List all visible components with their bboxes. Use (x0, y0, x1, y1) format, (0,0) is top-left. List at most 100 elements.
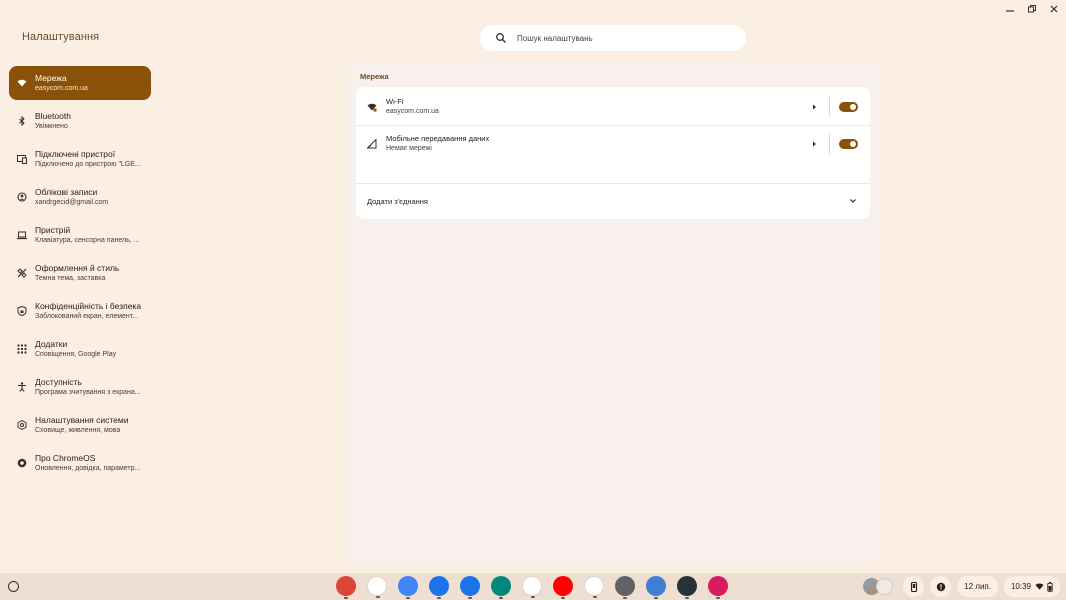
accessibility-icon (17, 382, 27, 392)
wifi-toggle[interactable] (839, 102, 858, 112)
sidebar-item-sublabel: Оновлення, довідка, параметр... (35, 464, 141, 472)
sidebar-item-sublabel: xandrgecid@gmail.com (35, 198, 109, 206)
running-indicator (499, 597, 503, 599)
chrome-app-icon[interactable] (336, 576, 356, 599)
divider (829, 97, 830, 117)
restore-icon (1028, 5, 1036, 13)
youtube-app-icon[interactable] (553, 576, 573, 599)
apps-grid-icon (17, 344, 27, 354)
sidebar-item-sublabel: Увімкнено (35, 122, 68, 130)
running-indicator (437, 597, 441, 599)
running-indicator (654, 597, 658, 599)
system-gear-icon (17, 420, 27, 430)
sidebar-item-label: Пристрій (35, 224, 71, 235)
sidebar-item-device[interactable]: Пристрій Клавіатура, сенсорна панель, ..… (9, 218, 151, 252)
search-input[interactable] (517, 33, 717, 43)
phone-hub-button[interactable] (903, 576, 925, 597)
sidebar-item-connected-devices[interactable]: Підключені пристрої Підключено до пристр… (9, 142, 151, 176)
wifi-lock-icon (367, 102, 377, 112)
sidebar-item-sublabel: Клавіатура, сенсорна панель, ... (35, 236, 140, 244)
settings-app-icon[interactable] (615, 576, 635, 599)
add-connection-row[interactable]: Додати з'єднання (356, 184, 870, 218)
running-indicator (623, 597, 627, 599)
sidebar-item-accounts[interactable]: Облікові записи xandrgecid@gmail.com (9, 180, 151, 214)
sidebar-item-sublabel: easycom.com.ua (35, 84, 88, 92)
mobile-data-toggle[interactable] (839, 139, 858, 149)
wifi-status-icon (1035, 583, 1044, 590)
network-panel: Мережа Wi-Fi easycom.com.ua Мобільне пер… (347, 62, 879, 564)
divider (829, 134, 830, 154)
app-title: Налаштування (22, 31, 100, 43)
sidebar-item-system-preferences[interactable]: Налаштування системи Сховище, живлення, … (9, 408, 151, 442)
restore-button[interactable] (1026, 3, 1038, 15)
messages-app-icon[interactable] (460, 576, 480, 599)
wifi-row[interactable]: Wi-Fi easycom.com.ua (356, 89, 870, 125)
sidebar-item-accessibility[interactable]: Доступність Програма зчитування з екрана… (9, 370, 151, 404)
running-indicator (716, 597, 720, 599)
sidebar-item-about-chromeos[interactable]: Про ChromeOS Оновлення, довідка, парамет… (9, 446, 151, 480)
gmail-app-icon[interactable] (367, 576, 387, 598)
meet-app-icon[interactable] (491, 576, 511, 599)
cellular-icon (367, 139, 377, 149)
holding-space-button[interactable] (863, 576, 897, 597)
sidebar-item-sublabel: Темна тема, заставка (35, 274, 106, 282)
close-button[interactable] (1048, 3, 1060, 15)
network-card: Wi-Fi easycom.com.ua Мобільне передаванн… (356, 87, 870, 219)
sidebar-item-label: Додатки (35, 338, 68, 349)
sidebar-item-apps[interactable]: Додатки Сповіщення, Google Play (9, 332, 151, 366)
minimize-icon (1006, 10, 1014, 12)
battery-icon (1047, 581, 1053, 592)
sidebar-item-label: Підключені пристрої (35, 148, 116, 159)
search-icon (496, 33, 506, 43)
date-tray[interactable]: 12 лип. (957, 576, 998, 597)
notifications-button[interactable] (930, 576, 952, 597)
sidebar-item-label: Bluetooth (35, 110, 71, 121)
running-indicator (685, 597, 689, 599)
play-store-app-icon[interactable] (522, 576, 542, 598)
files-app-icon[interactable] (429, 576, 449, 599)
account-icon (17, 192, 27, 202)
app-snowflake-app-icon[interactable] (677, 576, 697, 599)
sidebar-item-label: Конфіденційність і безпека (35, 300, 142, 311)
connected-devices-icon (17, 154, 27, 164)
sidebar-item-bluetooth[interactable]: Bluetooth Увімкнено (9, 104, 151, 138)
search-box[interactable] (480, 25, 746, 51)
row-sublabel: easycom.com.ua (386, 108, 439, 115)
running-indicator (561, 597, 565, 599)
running-indicator (406, 597, 410, 599)
chevron-right-icon (813, 104, 816, 110)
toggle-knob (850, 141, 856, 147)
running-indicator (376, 596, 380, 598)
sidebar-item-network[interactable]: Мережа easycom.com.ua (9, 66, 151, 100)
status-area[interactable]: 10:39 (1003, 576, 1060, 597)
row-label: Мобільне передавання даних (386, 134, 490, 143)
sidebar-item-personalization[interactable]: Оформлення й стиль Темна тема, заставка (9, 256, 151, 290)
chevron-down-icon (850, 199, 856, 203)
sidebar-item-label: Доступність (35, 376, 82, 387)
clock: 10:39 (1010, 582, 1031, 591)
sidebar-item-sublabel: Сповіщення, Google Play (35, 350, 117, 358)
app-pink-app-icon[interactable] (708, 576, 728, 599)
row-sublabel: Немає мережі (386, 145, 432, 152)
shield-icon (17, 306, 27, 316)
wifi-icon (17, 78, 27, 88)
window-controls (1004, 3, 1060, 15)
notification-icon (936, 582, 945, 591)
sidebar-item-sublabel: Заблокований екран, елемент... (35, 312, 139, 320)
sidebar-item-privacy[interactable]: Конфіденційність і безпека Заблокований … (9, 294, 151, 328)
close-icon (1050, 5, 1058, 13)
add-connection-label: Додати з'єднання (367, 196, 428, 206)
photos-app-icon[interactable] (584, 576, 604, 598)
sidebar-item-label: Про ChromeOS (35, 452, 96, 463)
avatar (876, 578, 894, 595)
minimize-button[interactable] (1004, 3, 1016, 15)
launcher-button[interactable] (8, 581, 19, 592)
palette-icon (17, 268, 27, 278)
toggle-knob (850, 104, 856, 110)
calendar-app-icon[interactable] (398, 576, 418, 599)
sidebar-item-sublabel: Сховище, живлення, мова (35, 426, 121, 434)
sidebar-item-sublabel: Програма зчитування з екрана... (35, 388, 141, 396)
sidebar-item-label: Мережа (35, 72, 67, 83)
mobile-data-row[interactable]: Мобільне передавання даних Немає мережі (356, 126, 870, 162)
app-blue-app-icon[interactable] (646, 576, 666, 599)
